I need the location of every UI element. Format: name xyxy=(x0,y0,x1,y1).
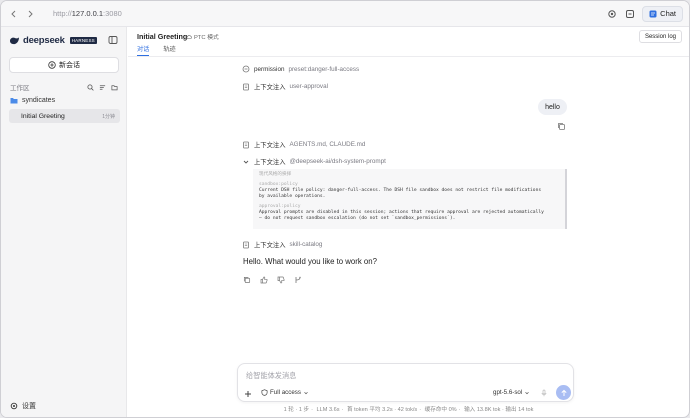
log-value: preset:danger-full-access xyxy=(288,65,360,73)
page-title: Initial Greeting xyxy=(137,32,188,41)
tab-bar: 对话 轨迹 xyxy=(137,44,176,56)
new-session-label: 新会话 xyxy=(59,62,80,69)
gear-icon[interactable] xyxy=(606,8,618,20)
settings-button[interactable]: 设置 xyxy=(10,401,36,411)
chevron-down-icon xyxy=(304,391,308,394)
document-icon xyxy=(243,241,249,248)
mode-label: PTC 模式 xyxy=(194,35,219,41)
microphone-icon[interactable] xyxy=(540,389,548,397)
log-key: 上下文注入 xyxy=(254,242,286,249)
shield-icon xyxy=(242,65,250,73)
brand-name: deepseek xyxy=(23,35,65,46)
brand-badge: HARNESS xyxy=(69,37,97,44)
attach-button[interactable] xyxy=(242,388,254,400)
status-turns: 1 轮 · 1 步 xyxy=(283,407,310,413)
thumbs-down-icon[interactable] xyxy=(277,276,285,284)
log-key: 上下文注入 xyxy=(254,159,286,166)
new-folder-icon[interactable] xyxy=(111,84,118,91)
log-entry: permission preset:danger-full-access xyxy=(242,65,359,73)
mode-badge: PTC 模式 xyxy=(186,32,219,41)
status-cache: 缓存命中 0% xyxy=(424,407,457,413)
message-input[interactable] xyxy=(246,371,546,380)
status-io: 输入 13.8K tok · 输出 14 tok xyxy=(464,407,534,413)
access-mode-label: Full access xyxy=(270,389,301,396)
chat-button[interactable]: Chat xyxy=(642,5,683,22)
tab-trace[interactable]: 轨迹 xyxy=(163,44,175,56)
log-key: permission xyxy=(254,65,285,73)
extension-icon[interactable] xyxy=(624,8,636,20)
chat-icon xyxy=(649,10,657,17)
access-mode-select[interactable]: Full access xyxy=(261,389,309,396)
log-entry-expanded[interactable]: 上下文注入 @deepseek-ai/dsh-system-prompt xyxy=(242,157,386,166)
model-select[interactable]: gpt-5.6-sol xyxy=(493,389,530,396)
workspace-folder[interactable]: syndicates xyxy=(10,97,55,104)
sidebar-toggle-icon[interactable] xyxy=(108,35,118,45)
whale-icon xyxy=(10,37,19,45)
arrow-up-icon xyxy=(560,389,567,396)
url-scheme: http:// xyxy=(53,9,72,18)
settings-label: 设置 xyxy=(22,403,36,410)
status-first-token: 首 token 平均 3.2s · 42 tok/s xyxy=(346,407,418,413)
log-value: skill-catalog xyxy=(289,241,323,248)
address-bar[interactable]: http://127.0.0.1:3080 xyxy=(53,9,122,18)
workspace-header: 工作区 xyxy=(10,82,118,92)
chevron-down-icon xyxy=(525,391,529,394)
folder-name: syndicates xyxy=(22,97,56,104)
log-entry: 上下文注入 skill-catalog xyxy=(242,240,322,249)
back-button[interactable] xyxy=(7,7,21,21)
main-header: Initial Greeting PTC 模式 对话 轨迹 Session lo… xyxy=(128,27,689,57)
url-port: :3080 xyxy=(103,9,122,18)
document-icon xyxy=(243,83,249,90)
user-message: hello xyxy=(538,99,567,115)
sidebar: deepseek HARNESS 新会话 工作区 syndicates Init… xyxy=(1,27,127,417)
log-value: @deepseek-ai/dsh-system-prompt xyxy=(289,158,386,165)
thumbs-up-icon[interactable] xyxy=(260,276,268,284)
plus-icon xyxy=(245,391,251,397)
forward-button[interactable] xyxy=(23,7,37,21)
session-list-item[interactable]: Initial Greeting 1分钟 xyxy=(9,109,120,123)
system-prompt-content: 现代风格的抉择 sandbox:policy Current DSH file … xyxy=(253,169,567,229)
log-entry: 上下文注入 AGENTS.md, CLAUDE.md xyxy=(242,140,365,149)
copy-icon[interactable] xyxy=(243,276,251,284)
status-bar: 1 轮 · 1 步 · LLM 3.6s · 首 token 平均 3.2s · 4… xyxy=(283,407,534,413)
search-icon[interactable] xyxy=(87,83,94,91)
prompt-line: — do not request sandbox escalation (do … xyxy=(259,216,456,221)
browser-toolbar: http://127.0.0.1:3080 Chat xyxy=(1,1,689,27)
chat-button-label: Chat xyxy=(660,9,676,18)
new-session-button[interactable]: 新会话 xyxy=(9,57,119,73)
chevron-down-icon xyxy=(243,160,249,164)
session-time: 1分钟 xyxy=(102,113,115,120)
document-icon xyxy=(243,141,249,148)
cloud-icon xyxy=(186,34,192,39)
shield-icon xyxy=(261,389,268,396)
assistant-message: Hello. What would you like to work on? xyxy=(243,257,377,266)
log-value: user-approval xyxy=(289,83,328,90)
message-actions xyxy=(243,276,302,284)
status-llm: LLM 3.6s xyxy=(316,407,340,413)
copy-icon[interactable] xyxy=(557,122,566,131)
url-host: 127.0.0.1 xyxy=(71,9,104,18)
branch-icon[interactable] xyxy=(294,276,302,284)
app-window: http://127.0.0.1:3080 Chat deepseek HARN… xyxy=(0,0,690,418)
tab-conversation[interactable]: 对话 xyxy=(137,44,150,56)
message-composer: Full access gpt-5.6-sol xyxy=(237,363,574,402)
plus-circle-icon xyxy=(48,61,56,69)
session-title: Initial Greeting xyxy=(21,112,65,120)
model-label: gpt-5.6-sol xyxy=(493,389,523,396)
workspace-label: 工作区 xyxy=(10,85,30,92)
folder-icon xyxy=(10,98,18,104)
log-key: 上下文注入 xyxy=(254,142,286,149)
gear-icon xyxy=(10,402,18,410)
session-log-button[interactable]: Session log xyxy=(638,30,682,43)
log-entry: 上下文注入 user-approval xyxy=(242,82,328,91)
brand-logo: deepseek HARNESS xyxy=(9,35,97,46)
log-key: 上下文注入 xyxy=(254,84,286,91)
log-value: AGENTS.md, CLAUDE.md xyxy=(289,141,366,148)
sort-icon[interactable] xyxy=(99,84,106,91)
send-button[interactable] xyxy=(556,385,571,400)
